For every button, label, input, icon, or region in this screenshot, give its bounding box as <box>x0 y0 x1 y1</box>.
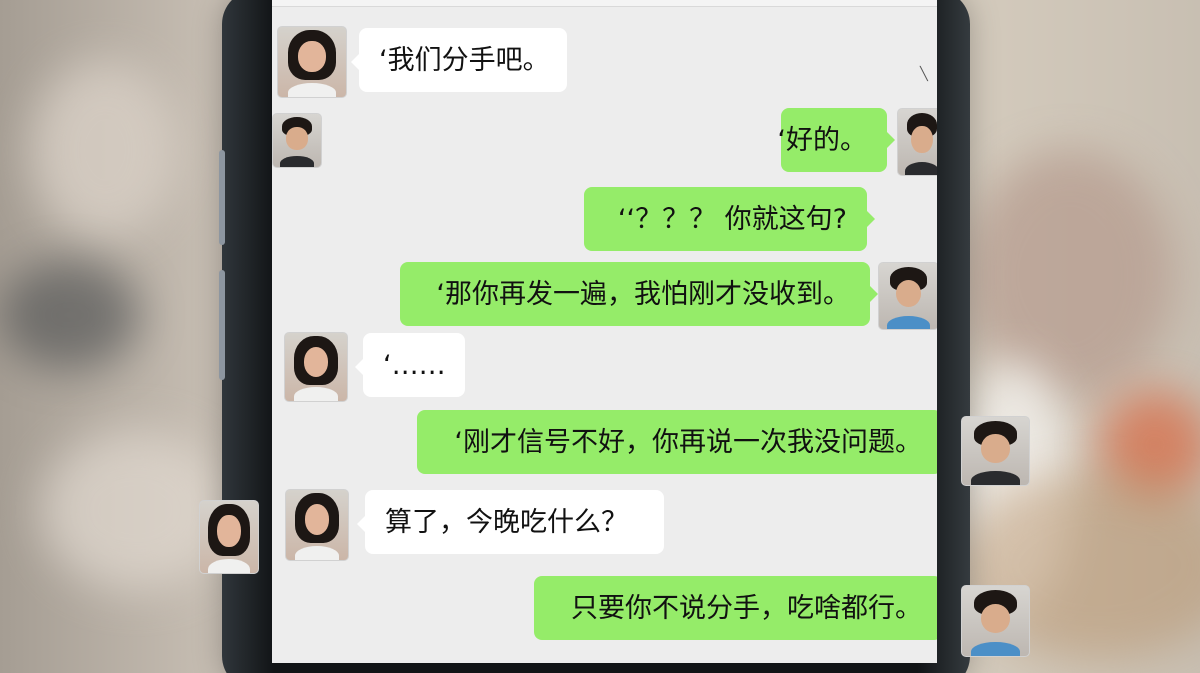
chat-message-bubble[interactable]: 算了，今晚吃什么？ <box>357 490 664 554</box>
chat-message-text: ‘我们分手吧。 <box>379 44 550 76</box>
avatar-man <box>897 108 937 176</box>
chat-message-bubble[interactable]: ‘刚才信号不好，你再说一次我没问题。 <box>417 410 937 474</box>
chat-message-bubble[interactable]: ‘…… <box>355 333 465 397</box>
avatar-man-outside <box>961 585 1030 657</box>
face-shape <box>895 279 922 308</box>
chat-message-text: ‘‘？？？ 你就这句? <box>617 203 847 235</box>
background-blur-left-dark <box>0 260 140 370</box>
chat-message-text: 只要你不说分手，吃啥都行。 <box>571 592 922 624</box>
chat-message-bubble[interactable]: ‘‘？？？ 你就这句? <box>584 187 875 251</box>
avatar-woman-outside <box>199 500 259 574</box>
face-shape <box>304 504 330 535</box>
face-shape <box>298 41 326 72</box>
face-shape <box>980 434 1011 463</box>
phone-side-button <box>219 270 225 380</box>
face-shape <box>911 125 933 154</box>
chat-message-bubble[interactable]: ‘我们分手吧。 <box>351 28 567 92</box>
shirt-shape <box>971 471 1020 485</box>
chat-top-bar <box>272 0 937 7</box>
chat-message-text: ‘刚才信号不好，你再说一次我没问题。 <box>454 426 922 458</box>
chat-screen: ╲ ‘我们分手吧。 ‘好的。 ‘‘？？？ 你就这句? ‘那你再发一遍，我怕刚才没… <box>272 0 937 663</box>
face-shape <box>217 515 241 548</box>
face-shape <box>303 346 329 377</box>
avatar-man-outside <box>961 416 1030 486</box>
phone-frame: ╲ ‘我们分手吧。 ‘好的。 ‘‘？？？ 你就这句? ‘那你再发一遍，我怕刚才没… <box>219 0 970 673</box>
background-blur-right-pink <box>965 150 1175 400</box>
chat-message-text: ‘…… <box>383 349 446 381</box>
shirt-shape <box>294 546 340 560</box>
shirt-shape <box>287 83 337 97</box>
phone-side-button <box>219 150 225 245</box>
chat-message-bubble[interactable]: ‘那你再发一遍，我怕刚才没收到。 <box>400 262 878 326</box>
avatar-man <box>878 262 937 330</box>
shirt-shape <box>279 156 315 167</box>
shirt-shape <box>208 558 250 573</box>
chat-message-text: ‘那你再发一遍，我怕刚才没收到。 <box>436 278 850 310</box>
chat-message-text: 算了，今晚吃什么？ <box>385 506 628 538</box>
shirt-shape <box>293 387 339 401</box>
avatar-woman <box>284 332 348 402</box>
chat-message-text: ‘好的。 <box>777 124 867 156</box>
background-blur-left-top <box>30 60 180 240</box>
avatar-man-small <box>272 113 322 168</box>
shirt-shape <box>887 315 930 329</box>
face-shape <box>286 127 308 150</box>
avatar-woman <box>277 26 347 98</box>
chat-message-bubble[interactable]: 只要你不说分手，吃啥都行。 <box>534 576 937 640</box>
shirt-shape <box>904 161 937 175</box>
shirt-shape <box>971 642 1020 656</box>
small-mark-icon: ╲ <box>920 67 928 82</box>
chat-message-bubble[interactable]: ‘好的。 <box>777 108 895 172</box>
face-shape <box>980 603 1011 633</box>
avatar-woman <box>285 489 349 561</box>
